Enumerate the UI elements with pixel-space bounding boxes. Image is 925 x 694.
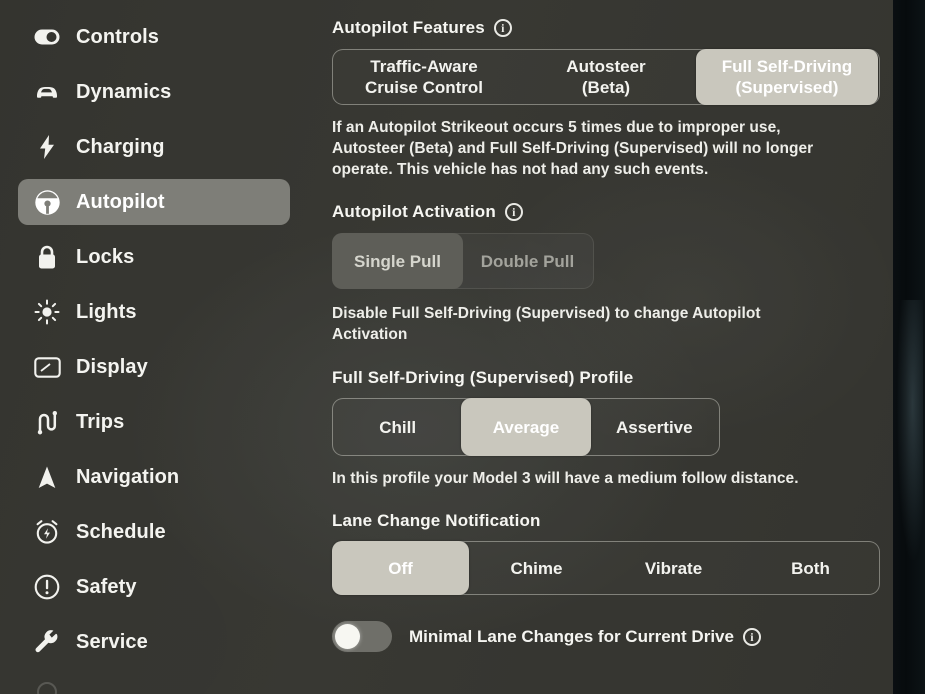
autopilot-features-header: Autopilot Features i — [332, 18, 880, 38]
toggle-icon — [30, 22, 64, 52]
section-title: Full Self-Driving (Supervised) Profile — [332, 368, 634, 387]
sidebar-item-safety[interactable]: Safety — [18, 564, 290, 610]
sidebar-item-lights[interactable]: Lights — [18, 289, 290, 335]
sidebar-item-trips[interactable]: Trips — [18, 399, 290, 445]
segment-average[interactable]: Average — [461, 398, 591, 456]
info-icon[interactable]: i — [493, 19, 512, 37]
autopilot-features-segmented-control[interactable]: Traffic-Aware Cruise Control Autosteer (… — [332, 49, 880, 105]
info-icon[interactable]: i — [742, 627, 761, 646]
autopilot-activation-segmented-control[interactable]: Single Pull Double Pull — [332, 233, 594, 289]
sun-icon — [30, 297, 64, 327]
lightning-bolt-icon — [30, 132, 64, 162]
fsd-profile-description: In this profile your Model 3 will have a… — [332, 470, 799, 487]
segment-traffic-aware-cruise-control[interactable]: Traffic-Aware Cruise Control — [333, 50, 515, 104]
toggle-knob — [335, 624, 360, 649]
fsd-profile-segmented-control[interactable]: Chill Average Assertive — [332, 398, 720, 456]
bezel-glint — [897, 300, 923, 560]
sidebar-item-autopilot[interactable]: Autopilot — [18, 179, 290, 225]
segment-double-pull[interactable]: Double Pull — [462, 234, 593, 288]
sidebar-item-label: Charging — [76, 135, 165, 158]
lane-change-notification-segmented-control[interactable]: Off Chime Vibrate Both — [332, 541, 880, 595]
settings-sidebar: Controls Dynamics Charging Autopilot Loc — [0, 0, 310, 694]
sidebar-item-label: Locks — [76, 245, 135, 268]
sidebar-item-label: Autopilot — [76, 190, 165, 213]
sidebar-item-label: Navigation — [76, 465, 180, 488]
section-title: Autopilot Features — [332, 18, 485, 37]
sidebar-item-navigation[interactable]: Navigation — [18, 454, 290, 500]
segment-chill[interactable]: Chill — [333, 399, 462, 455]
display-icon — [30, 352, 64, 382]
navigation-arrow-icon — [30, 462, 64, 492]
segment-both[interactable]: Both — [742, 542, 879, 594]
steering-wheel-icon — [30, 187, 64, 217]
sidebar-item-partially-visible[interactable] — [18, 669, 290, 694]
segment-full-self-driving-supervised[interactable]: Full Self-Driving (Supervised) — [695, 49, 878, 105]
section-title: Autopilot Activation — [332, 202, 496, 221]
minimal-lane-changes-toggle[interactable] — [332, 621, 392, 652]
sidebar-item-locks[interactable]: Locks — [18, 234, 290, 280]
section-title: Lane Change Notification — [332, 511, 541, 530]
info-icon[interactable]: i — [504, 203, 523, 221]
sidebar-item-service[interactable]: Service — [18, 619, 290, 665]
segment-off[interactable]: Off — [332, 541, 469, 595]
fsd-profile-header: Full Self-Driving (Supervised) Profile — [332, 368, 880, 388]
autopilot-activation-description: Disable Full Self-Driving (Supervised) t… — [332, 305, 761, 343]
minimal-lane-changes-label-group: Minimal Lane Changes for Current Drive i — [409, 627, 761, 647]
segment-vibrate[interactable]: Vibrate — [605, 542, 742, 594]
sidebar-item-label: Display — [76, 355, 148, 378]
sidebar-item-controls[interactable]: Controls — [18, 14, 290, 60]
lock-icon — [30, 242, 64, 272]
vehicle-touchscreen: Controls Dynamics Charging Autopilot Loc — [0, 0, 893, 694]
lane-change-notification-header: Lane Change Notification — [332, 511, 880, 531]
exclamation-circle-icon — [30, 572, 64, 602]
winding-road-icon — [30, 407, 64, 437]
autopilot-features-description: If an Autopilot Strikeout occurs 5 times… — [332, 119, 814, 178]
sidebar-item-label: Schedule — [76, 520, 166, 543]
wrench-icon — [30, 627, 64, 657]
sidebar-item-label: Trips — [76, 410, 125, 433]
car-front-icon — [30, 77, 64, 107]
segment-assertive[interactable]: Assertive — [590, 399, 719, 455]
autopilot-settings-panel: Autopilot Features i Traffic-Aware Cruis… — [332, 18, 880, 694]
sidebar-item-label: Lights — [76, 300, 137, 323]
sidebar-item-label: Service — [76, 630, 148, 653]
software-icon — [30, 677, 64, 694]
sidebar-item-charging[interactable]: Charging — [18, 124, 290, 170]
sidebar-item-dynamics[interactable]: Dynamics — [18, 69, 290, 115]
segment-single-pull[interactable]: Single Pull — [332, 233, 463, 289]
sidebar-item-label: Dynamics — [76, 80, 172, 103]
alarm-clock-icon — [30, 517, 64, 547]
segment-autosteer-beta[interactable]: Autosteer (Beta) — [515, 50, 697, 104]
sidebar-item-schedule[interactable]: Schedule — [18, 509, 290, 555]
sidebar-item-label: Controls — [76, 25, 160, 48]
minimal-lane-changes-label: Minimal Lane Changes for Current Drive — [409, 626, 734, 646]
screen-bezel — [893, 0, 925, 694]
segment-chime[interactable]: Chime — [468, 542, 605, 594]
minimal-lane-changes-row: Minimal Lane Changes for Current Drive i — [332, 621, 880, 652]
sidebar-item-display[interactable]: Display — [18, 344, 290, 390]
autopilot-activation-header: Autopilot Activation i — [332, 202, 880, 222]
sidebar-item-label: Safety — [76, 575, 137, 598]
